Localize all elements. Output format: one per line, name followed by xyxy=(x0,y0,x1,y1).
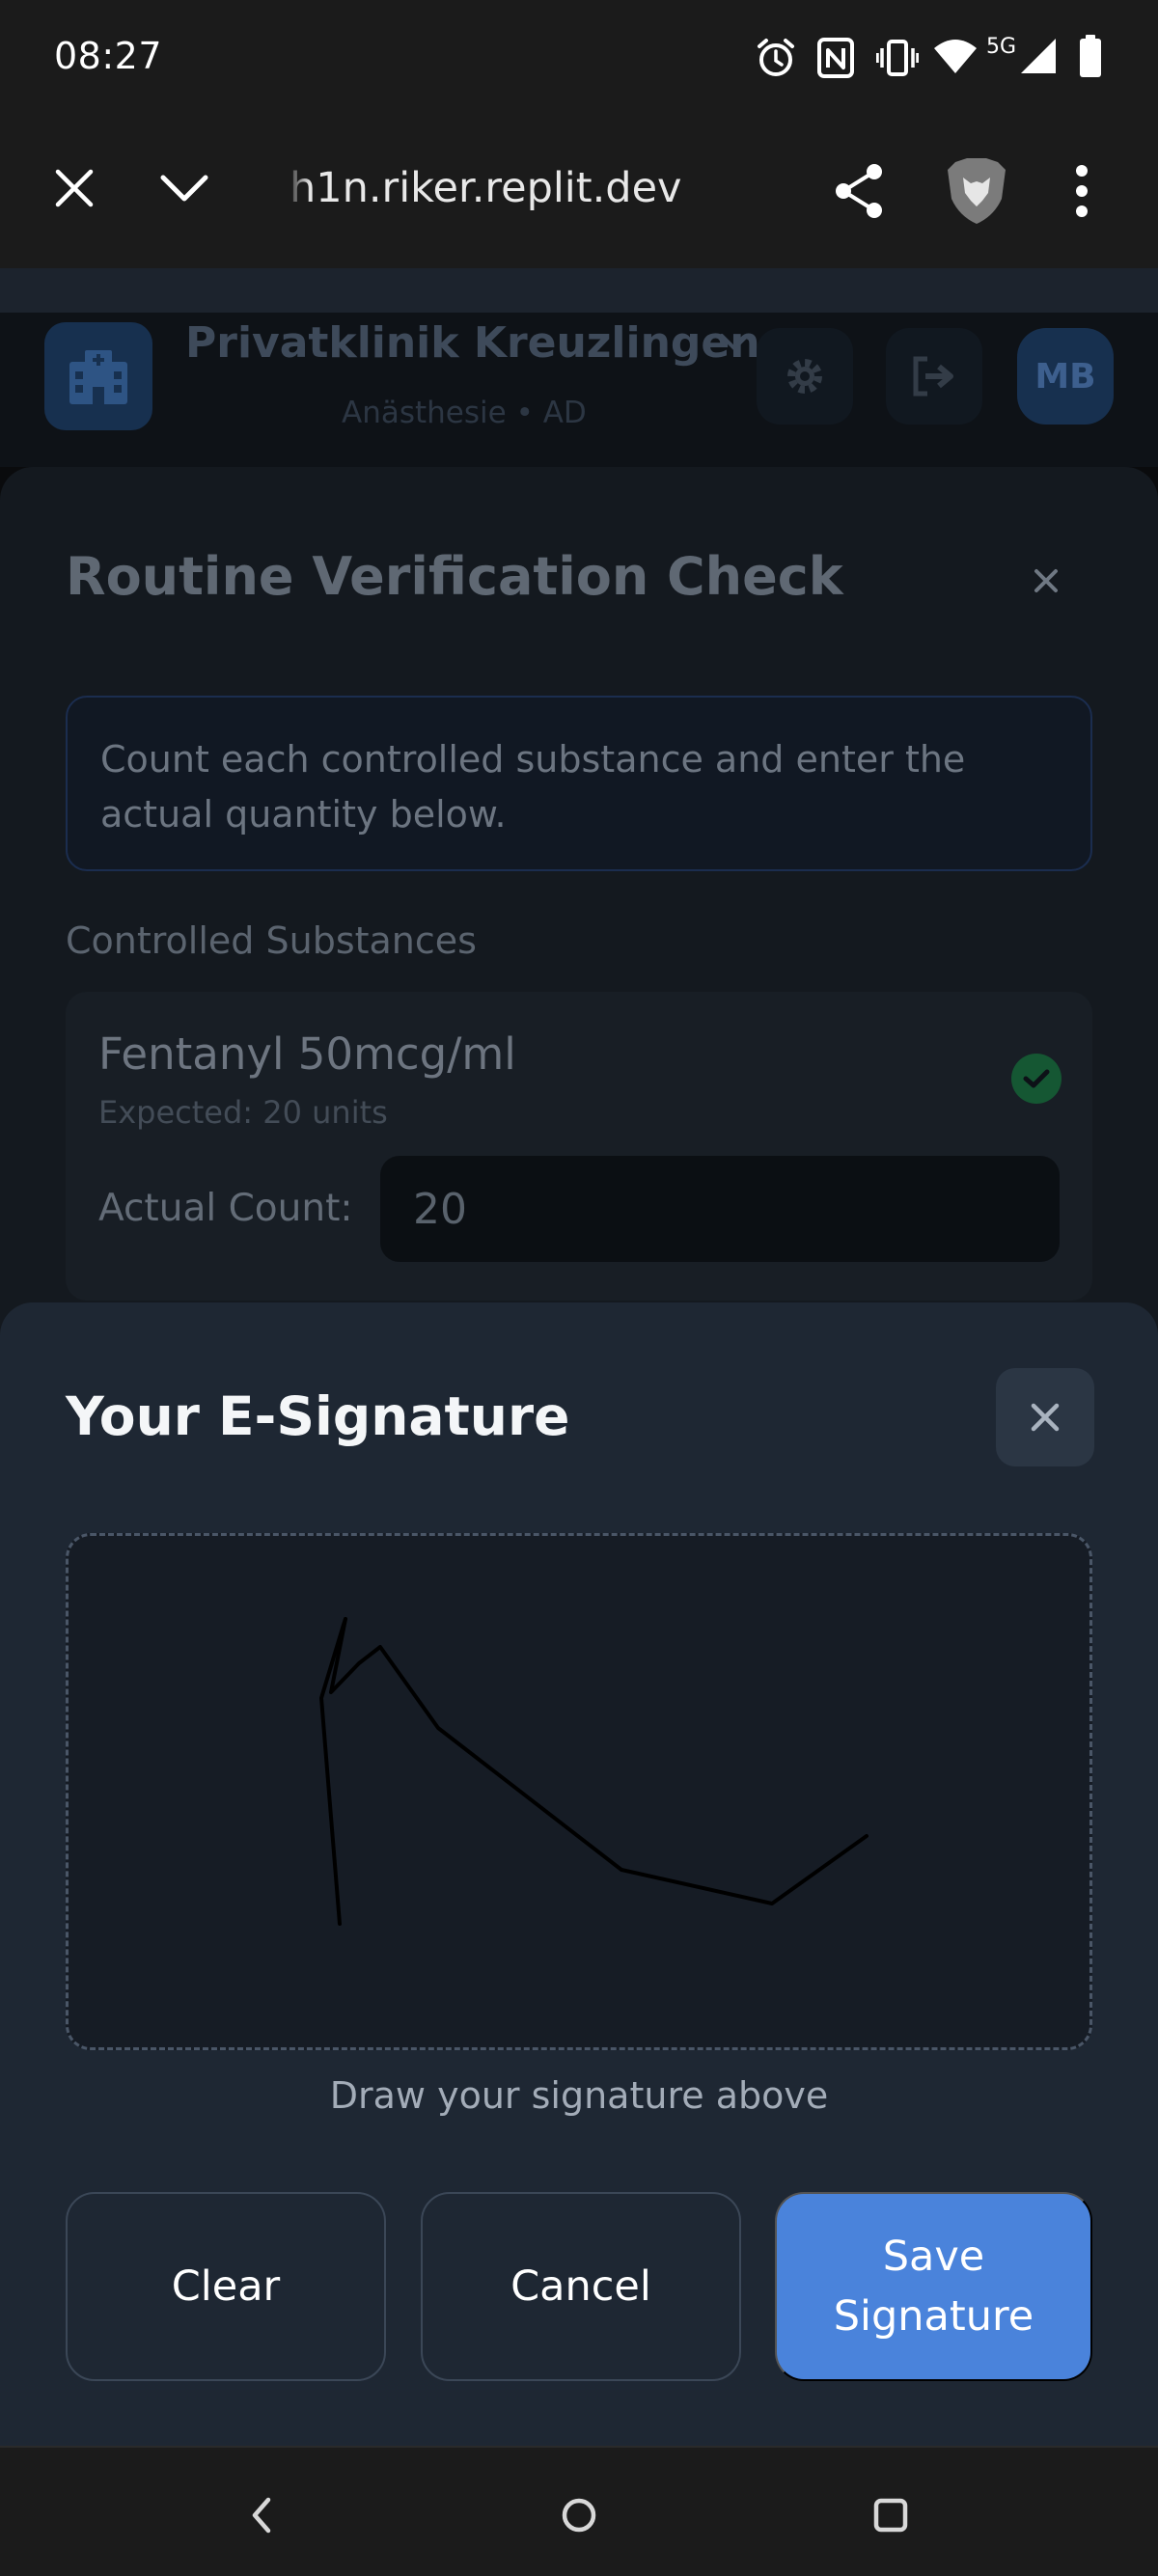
close-icon[interactable] xyxy=(1027,562,1065,600)
signature-stroke xyxy=(319,1617,868,1926)
substance-expected: Expected: 20 units xyxy=(98,1094,388,1131)
clinic-logo xyxy=(44,322,152,430)
logout-icon xyxy=(913,356,953,397)
back-icon[interactable] xyxy=(249,2496,274,2535)
more-vertical-icon[interactable] xyxy=(1071,164,1092,218)
nfc-icon xyxy=(817,38,854,78)
avatar[interactable]: MB xyxy=(1017,328,1114,425)
signature-hint: Draw your signature above xyxy=(329,2074,829,2117)
logout-button[interactable] xyxy=(886,328,982,425)
status-time: 08:27 xyxy=(54,35,163,77)
signal-icon xyxy=(1021,39,1056,73)
instruction-note: Count each controlled substance and ente… xyxy=(66,696,1092,871)
actual-count-input[interactable] xyxy=(380,1156,1060,1262)
chevron-down-icon[interactable] xyxy=(158,172,210,205)
signature-canvas[interactable] xyxy=(66,1533,1092,2050)
url-field[interactable]: h1n.riker.replit.dev xyxy=(290,164,681,212)
battery-icon xyxy=(1080,35,1101,77)
vibrate-icon xyxy=(876,40,919,76)
check-circle-icon xyxy=(1011,1054,1062,1104)
section-label: Controlled Substances xyxy=(66,919,477,962)
home-icon[interactable] xyxy=(560,2496,598,2535)
recents-icon[interactable] xyxy=(872,2497,909,2534)
brave-lion-icon[interactable] xyxy=(946,156,1007,226)
app-top-strip xyxy=(0,268,1158,313)
wifi-icon xyxy=(934,40,977,73)
actual-count-label: Actual Count: xyxy=(98,1187,353,1230)
verification-title: Routine Verification Check xyxy=(66,546,843,607)
substance-name: Fentanyl 50mcg/ml xyxy=(98,1028,516,1080)
signature-title: Your E-Signature xyxy=(66,1385,570,1447)
share-icon[interactable] xyxy=(832,162,886,220)
system-nav-bar xyxy=(0,2446,1158,2576)
hospital-icon xyxy=(69,350,127,404)
network-type-label: 5G xyxy=(986,35,1017,59)
settings-button[interactable] xyxy=(757,328,853,425)
chevron-down-icon[interactable] xyxy=(718,332,751,353)
close-icon[interactable] xyxy=(52,166,96,210)
clear-button[interactable]: Clear xyxy=(66,2192,386,2381)
browser-toolbar: h1n.riker.replit.dev xyxy=(0,116,1158,268)
close-signature-button[interactable] xyxy=(996,1368,1094,1466)
cancel-button[interactable]: Cancel xyxy=(421,2192,741,2381)
alarm-icon xyxy=(758,39,794,76)
gear-icon xyxy=(787,359,822,394)
close-icon xyxy=(1031,1403,1060,1432)
status-bar: 08:27 5G xyxy=(0,0,1158,116)
clinic-name[interactable]: Privatklinik Kreuzlingen xyxy=(185,318,760,368)
save-signature-button[interactable]: Save Signature xyxy=(775,2192,1092,2381)
clinic-department: Anästhesie • AD xyxy=(342,396,587,430)
url-fade xyxy=(286,154,311,222)
